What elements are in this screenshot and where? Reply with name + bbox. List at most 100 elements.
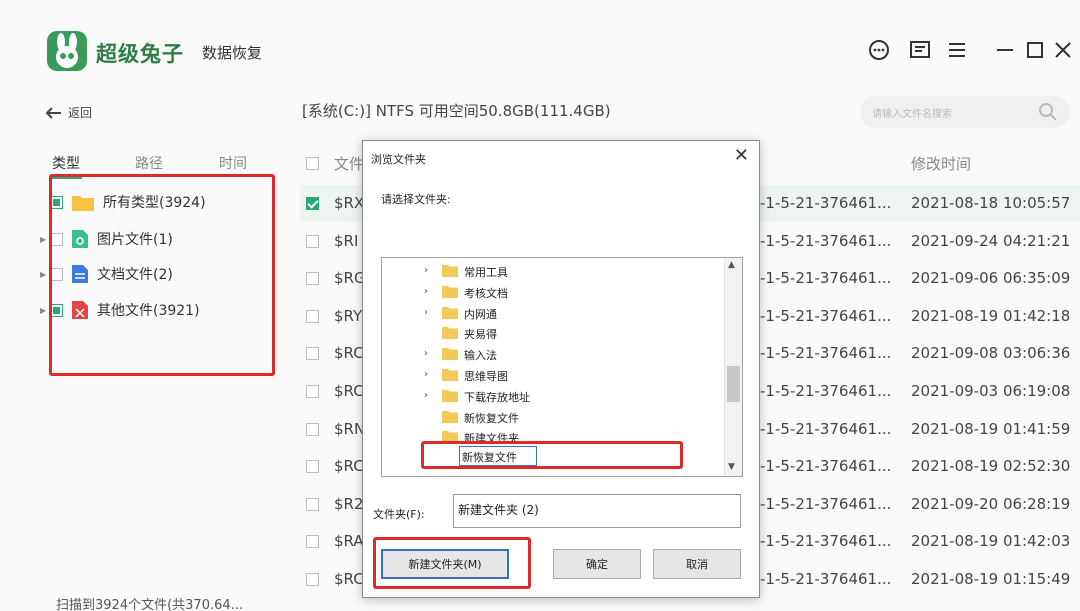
folder-tree-item[interactable]: › 常用工具: [382, 260, 722, 281]
ok-button[interactable]: 确定: [553, 549, 641, 579]
folder-tree-scrollbar[interactable]: ▲ ▼: [724, 258, 742, 476]
folder-icon: [442, 389, 458, 402]
row-name: $RC: [334, 382, 364, 400]
row-modified-time: 2021-08-19 02:52:30: [911, 457, 1071, 476]
folder-tree-item[interactable]: › 内网通: [382, 302, 722, 323]
row-checkbox[interactable]: [306, 272, 319, 286]
row-modified-time: 2021-08-19 01:42:03: [911, 532, 1071, 551]
support-icon[interactable]: [866, 36, 892, 64]
row-modified-time: 2021-09-08 03:06:36: [911, 344, 1071, 363]
row-path: -1-5-21-376461...: [760, 344, 892, 363]
row-name: $RY: [334, 306, 363, 325]
folder-tree-item[interactable]: 夹易得: [382, 322, 722, 343]
row-name: $RX: [334, 194, 365, 212]
folder-tree-item[interactable]: › 思维导图: [382, 364, 722, 385]
back-label: 返回: [68, 106, 93, 120]
chevron-right-icon[interactable]: ›: [424, 265, 428, 276]
folder-tree-item[interactable]: 新恢复文件: [382, 406, 722, 427]
folder-tree-item[interactable]: › 输入法: [382, 343, 722, 364]
row-path: -1-5-21-376461...: [760, 419, 892, 438]
row-path: -1-5-21-376461...: [760, 494, 892, 513]
scroll-down-icon[interactable]: ▼: [728, 462, 735, 472]
folder-tree-item[interactable]: › 下载存放地址: [382, 385, 722, 406]
row-checkbox[interactable]: [306, 385, 319, 398]
row-modified-time: 2021-09-03 06:19:08: [911, 382, 1071, 400]
tab-time[interactable]: 时间: [219, 153, 247, 173]
highlight-box-categories: [49, 174, 275, 376]
chevron-right-icon[interactable]: ›: [424, 369, 428, 380]
folder-label: 思维导图: [464, 370, 508, 383]
folder-label: 常用工具: [464, 266, 508, 279]
folder-field[interactable]: 新建文件夹 (2): [453, 494, 741, 528]
back-button[interactable]: 返回: [44, 104, 92, 121]
drive-path: [系统(C:)] NTFS 可用空间50.8GB(111.4GB): [302, 102, 611, 120]
row-checkbox[interactable]: [306, 347, 319, 361]
row-checkbox[interactable]: [306, 460, 319, 474]
chevron-right-icon[interactable]: ›: [424, 348, 428, 359]
folder-icon: [442, 306, 458, 319]
row-checkbox[interactable]: [306, 309, 319, 323]
row-path: -1-5-21-376461...: [760, 231, 892, 250]
folder-icon: [442, 265, 458, 277]
row-modified-time: 2021-09-24 04:21:21: [911, 231, 1071, 250]
row-name: $RA: [334, 532, 364, 551]
menu-icon[interactable]: [944, 36, 970, 64]
row-name: $RI: [334, 231, 359, 250]
row-checkbox[interactable]: [306, 573, 319, 586]
maximize-icon[interactable]: [1022, 36, 1048, 64]
folder-field-label: 文件夹(F):: [373, 508, 425, 521]
search-icon[interactable]: [1038, 102, 1058, 122]
folder-icon: [442, 327, 458, 340]
row-checkbox[interactable]: [306, 497, 319, 511]
search-box[interactable]: 请输入文件名搜索: [860, 96, 1070, 128]
row-checkbox[interactable]: [306, 234, 319, 248]
row-checkbox[interactable]: [306, 197, 319, 210]
folder-icon: [442, 285, 458, 298]
row-name: $RC: [334, 344, 364, 363]
feedback-icon[interactable]: [906, 36, 934, 64]
tab-path[interactable]: 路径: [135, 153, 163, 173]
row-path: -1-5-21-376461...: [760, 382, 892, 400]
close-icon[interactable]: [1050, 36, 1076, 64]
app-subtitle: 数据恢复: [202, 44, 263, 62]
tab-type[interactable]: 类型: [52, 153, 80, 173]
app-window: 超级兔子 数据恢复 返回 类型 路径 时间 所有类型(3924) ▶ 图片文件(…: [0, 0, 1080, 611]
scroll-up-icon[interactable]: ▲: [728, 260, 735, 270]
row-path: -1-5-21-376461...: [760, 306, 892, 325]
row-modified-time: 2021-09-20 06:28:19: [911, 494, 1071, 513]
chevron-right-icon[interactable]: ›: [424, 286, 428, 297]
row-name: $RC: [334, 570, 364, 588]
row-modified-time: 2021-08-19 01:41:59: [911, 419, 1071, 438]
arrow-left-icon: [45, 106, 61, 119]
minimize-icon[interactable]: [992, 36, 1018, 64]
scrollbar-thumb[interactable]: [727, 366, 740, 402]
row-path: -1-5-21-376461...: [760, 269, 892, 288]
filter-tabs: 类型 路径 时间: [52, 153, 262, 175]
dialog-close-icon[interactable]: ✕: [734, 147, 749, 165]
row-modified-time: 2021-08-18 10:05:57: [911, 194, 1071, 212]
folder-icon: [442, 369, 458, 381]
highlight-box-new-folder: [373, 537, 531, 589]
column-header-name[interactable]: 文件: [334, 153, 364, 174]
folder-label: 新恢复文件: [464, 411, 519, 425]
folder-icon: [442, 348, 458, 361]
folder-tree-item[interactable]: › 考核文档: [382, 281, 722, 302]
select-all-checkbox[interactable]: [306, 157, 319, 170]
cancel-button[interactable]: 取消: [653, 549, 741, 579]
row-modified-time: 2021-08-19 01:15:49: [911, 570, 1071, 588]
row-path: -1-5-21-376461...: [760, 532, 892, 551]
search-placeholder: 请输入文件名搜索: [872, 109, 952, 120]
row-checkbox[interactable]: [306, 535, 319, 549]
folder-label: 输入法: [464, 349, 497, 363]
chevron-right-icon[interactable]: ›: [424, 307, 428, 318]
chevron-right-icon[interactable]: ›: [424, 390, 428, 401]
row-name: $RN: [334, 419, 366, 438]
highlight-box-rename: [421, 441, 683, 469]
folder-label: 内网通: [464, 307, 497, 321]
dialog-title: 浏览文件夹: [371, 153, 426, 166]
folder-icon: [442, 410, 458, 423]
row-name: $R2: [334, 494, 364, 513]
row-modified-time: 2021-08-19 01:42:18: [911, 306, 1071, 325]
column-header-modified[interactable]: 修改时间: [911, 153, 971, 174]
row-checkbox[interactable]: [306, 422, 319, 436]
